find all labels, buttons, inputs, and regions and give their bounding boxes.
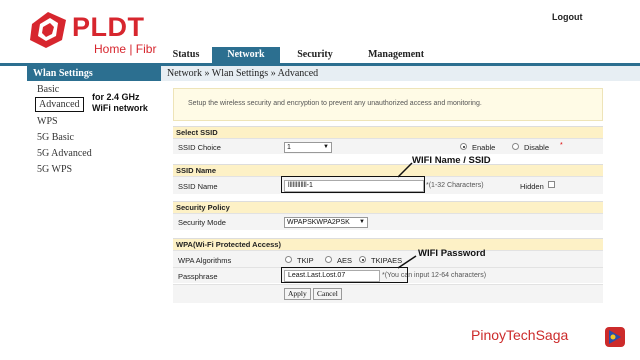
tkipaes-radio[interactable] — [359, 256, 366, 263]
hidden-label: Hidden — [520, 182, 544, 191]
cancel-button[interactable]: Cancel — [313, 288, 342, 300]
tab-management[interactable]: Management — [350, 47, 442, 63]
tab-network[interactable]: Network — [212, 47, 280, 63]
pldt-logo: PLDT Home | Fibr — [28, 10, 168, 58]
logout-link[interactable]: Logout — [552, 12, 583, 22]
row-buttons: Apply Cancel — [173, 284, 603, 303]
breadcrumb: Network » Wlan Settings » Advanced — [161, 66, 640, 81]
sidebar-item-advanced[interactable]: Advanced — [35, 97, 84, 112]
wifi-password-annotation: WIFI Password — [418, 248, 486, 259]
chevron-down-icon: ▼ — [359, 219, 365, 225]
row-security-mode: Security Mode WPAPSKWPA2PSK ▼ — [173, 213, 603, 230]
section-ssid-name: SSID Name — [173, 164, 603, 176]
ssid-name-label: SSID Name — [178, 182, 218, 191]
info-box: Setup the wireless security and encrypti… — [173, 88, 603, 121]
aes-radio[interactable] — [325, 256, 332, 263]
passphrase-label: Passphrase — [178, 272, 218, 281]
watermark-text: PinoyTechSaga — [471, 327, 569, 343]
disable-radio[interactable] — [512, 143, 519, 150]
sidebar-item-5g-advanced[interactable]: 5G Advanced — [37, 148, 92, 159]
apply-button[interactable]: Apply — [284, 288, 311, 300]
ssid-choice-select[interactable]: 1 ▼ — [284, 142, 332, 153]
tkip-label: TKIP — [297, 256, 314, 265]
sidebar-annotation-line1: for 2.4 GHz — [92, 92, 140, 102]
sidebar-item-basic[interactable]: Basic — [37, 84, 59, 95]
chevron-down-icon: ▼ — [323, 144, 329, 150]
ssid-highlight-box — [281, 176, 425, 193]
watermark-logo-icon — [605, 327, 625, 347]
row-ssid-choice: SSID Choice 1 ▼ Enable Disable * — [173, 138, 603, 154]
pldt-logo-icon — [30, 12, 66, 48]
brand-subtitle: Home | Fibr — [94, 42, 157, 56]
enable-radio[interactable] — [460, 143, 467, 150]
section-security-policy: Security Policy — [173, 201, 603, 213]
ssid-name-hint: *(1-32 Characters) — [426, 182, 484, 189]
disable-label: Disable — [524, 143, 550, 152]
aes-label: AES — [337, 256, 353, 265]
tab-status[interactable]: Status — [160, 47, 212, 63]
passphrase-highlight-box — [281, 267, 408, 283]
sidebar-annotation-line2: WiFi network — [92, 103, 148, 113]
ssid-choice-value: 1 — [287, 144, 291, 151]
wifi-name-annotation: WIFI Name / SSID — [412, 155, 491, 166]
enable-label: Enable — [472, 143, 496, 152]
sidebar-item-5g-basic[interactable]: 5G Basic — [37, 132, 74, 143]
row-wpa-algorithms: WPA Algorithms TKIP AES TKIPAES — [173, 250, 603, 267]
wpa-algorithms-label: WPA Algorithms — [178, 256, 232, 265]
tab-security[interactable]: Security — [280, 47, 350, 63]
tkipaes-label: TKIPAES — [371, 256, 403, 265]
section-select-ssid: Select SSID — [173, 126, 603, 138]
ssid-choice-label: SSID Choice — [178, 143, 221, 152]
sidebar-item-wps[interactable]: WPS — [37, 116, 58, 127]
hidden-checkbox[interactable] — [548, 181, 555, 188]
main-tabs: Status Network Security Management — [160, 47, 442, 63]
tkip-radio[interactable] — [285, 256, 292, 263]
security-mode-label: Security Mode — [178, 218, 226, 227]
security-mode-value: WPAPSKWPA2PSK — [287, 219, 350, 226]
brand-name: PLDT — [72, 12, 145, 42]
sidebar-item-5g-wps[interactable]: 5G WPS — [37, 164, 72, 175]
sidebar-title: Wlan Settings — [27, 66, 161, 81]
sidebar: Wlan Settings Basic Advanced WPS 5G Basi… — [27, 66, 161, 360]
sidebar-annotation: for 2.4 GHz WiFi network — [92, 92, 148, 114]
required-marker: * — [560, 142, 563, 149]
section-wpa: WPA(Wi-Fi Protected Access) — [173, 238, 603, 250]
security-mode-select[interactable]: WPAPSKWPA2PSK ▼ — [284, 217, 368, 228]
